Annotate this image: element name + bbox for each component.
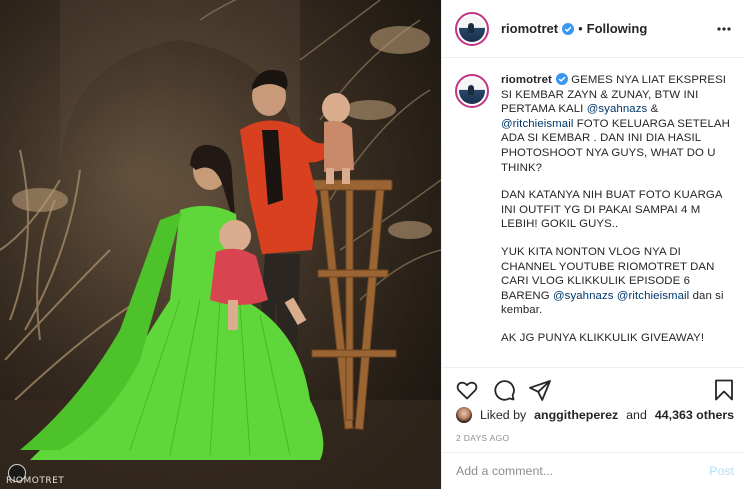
heart-icon[interactable] <box>455 378 479 402</box>
header-avatar[interactable] <box>455 11 489 46</box>
caption-avatar[interactable] <box>455 74 489 108</box>
caption-paragraph-2: DAN KATANYA NIH BUAT FOTO KUARGA INI OUT… <box>501 189 722 231</box>
header-username[interactable]: riomotret <box>501 21 558 36</box>
action-bar <box>442 367 745 407</box>
post-comment-button[interactable]: Post <box>709 464 734 478</box>
family-photo-illustration <box>0 0 441 489</box>
post-photo[interactable]: RIOMOTRET <box>0 0 441 489</box>
comment-input[interactable] <box>456 464 696 478</box>
mention-link[interactable]: @ritchieismail <box>617 290 689 302</box>
caption-paragraph-3: YUK KITA NONTON VLOG NYA DI CHANNEL YOUT… <box>501 245 731 318</box>
following-button[interactable]: Following <box>587 21 648 36</box>
likes-summary: Liked by anggitheperez and 44,363 others <box>456 407 734 423</box>
verified-badge-icon <box>555 73 568 85</box>
likes-count[interactable]: 44,363 others <box>655 408 734 422</box>
liker-username[interactable]: anggitheperez <box>534 408 618 422</box>
watermark-text: RIOMOTRET <box>6 476 65 486</box>
avatar-image <box>459 78 485 104</box>
caption-text-segment: & <box>647 103 659 116</box>
comment-icon[interactable] <box>492 378 516 402</box>
verified-badge-icon <box>562 22 575 35</box>
share-icon[interactable] <box>528 378 552 402</box>
header-separator: • <box>578 21 583 36</box>
ellipsis-icon[interactable] <box>716 22 732 36</box>
caption-username[interactable]: riomotret <box>501 74 552 86</box>
mention-link[interactable]: @syahnazs <box>553 290 614 302</box>
mention-link[interactable]: @syahnazs <box>587 103 648 115</box>
caption-paragraph-1: riomotret GEMES NYA LIAT EKSPRESI SI KEM… <box>501 73 731 175</box>
caption-section: riomotret GEMES NYA LIAT EKSPRESI SI KEM… <box>442 59 745 367</box>
post-header: riomotret • Following <box>442 0 745 58</box>
liker-avatar[interactable] <box>456 407 472 423</box>
post-timestamp[interactable]: 2 DAYS AGO <box>456 433 509 443</box>
mention-link[interactable]: @ritchieismail <box>501 118 573 130</box>
caption-text: riomotret GEMES NYA LIAT EKSPRESI SI KEM… <box>501 73 731 367</box>
comment-bar: Post <box>442 452 745 489</box>
caption-paragraph-4: AK JG PUNYA KLIKKULIK GIVEAWAY! <box>501 331 705 344</box>
post-side-panel: riomotret • Following riomotret GEMES NY… <box>441 0 745 489</box>
photo-watermark: RIOMOTRET <box>4 462 64 488</box>
avatar-image <box>459 15 485 42</box>
likes-and: and <box>626 408 647 422</box>
bookmark-icon[interactable] <box>712 378 736 402</box>
likes-prefix: Liked by <box>480 408 527 422</box>
